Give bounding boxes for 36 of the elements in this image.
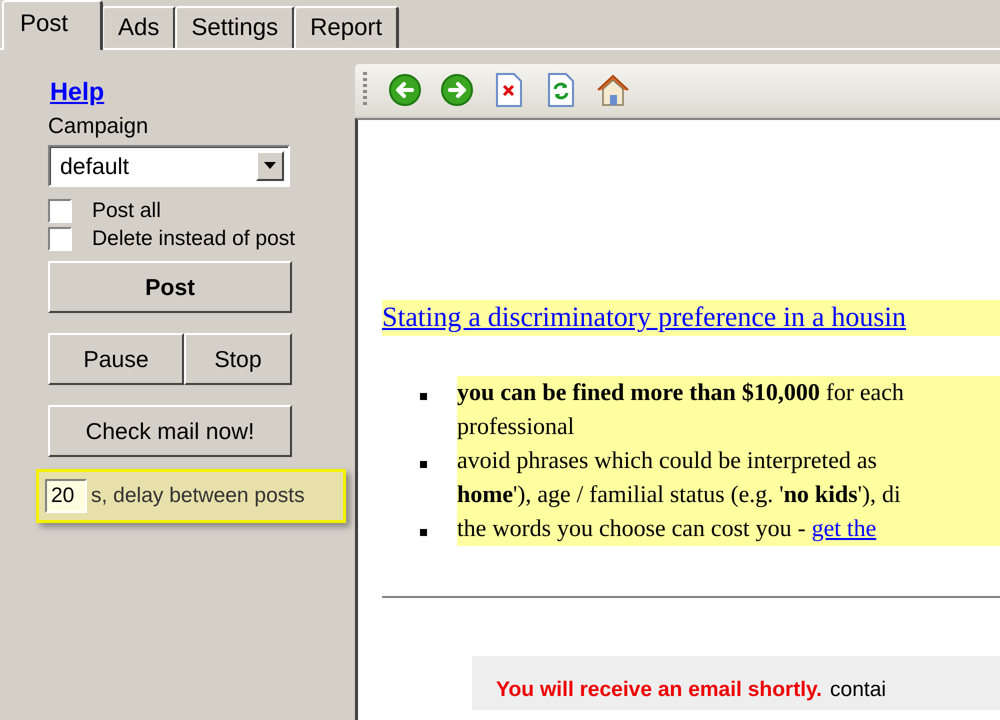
home-icon [595, 73, 631, 107]
delay-label: s, delay between posts [91, 484, 305, 508]
bullet-text: avoid phrases which could be interpreted as [457, 447, 878, 476]
checkbox-label: Post all [92, 199, 161, 223]
tab[interactable]: Report [294, 6, 400, 48]
bullet-icon [420, 529, 427, 536]
check-mail-button[interactable]: Check mail now! [48, 405, 292, 457]
bullet-text: home'), age / familial status (e.g. 'no kids'), di [457, 481, 902, 510]
help-link[interactable]: Help [50, 78, 104, 106]
checkbox[interactable] [48, 199, 72, 223]
stop-button[interactable]: Stop [184, 333, 292, 385]
pause-button[interactable]: Pause [48, 333, 184, 385]
tab[interactable]: Settings [175, 6, 296, 48]
heading-link[interactable]: Stating a discriminatory preference in a housin [382, 300, 1000, 336]
tab[interactable]: Ads [102, 6, 176, 48]
forward-icon [440, 73, 474, 107]
tab[interactable]: Post [2, 0, 103, 50]
post-button[interactable]: Post [48, 261, 292, 313]
campaign-dropdown[interactable]: default [48, 145, 290, 187]
checkbox-label: Delete instead of post [92, 227, 296, 251]
refresh-icon [547, 73, 575, 107]
campaign-value: default [60, 152, 130, 180]
toolbar-grip-icon [363, 72, 367, 108]
text-link[interactable]: get the [812, 516, 876, 542]
bullet-icon [420, 461, 427, 468]
document-x-icon [495, 73, 523, 107]
bullet-icon [420, 393, 427, 400]
back-icon [388, 73, 422, 107]
bullet-text: professional [457, 413, 576, 442]
bullet-text: you can be fined more than $10,000 for each [457, 379, 905, 408]
campaign-label: Campaign [48, 113, 150, 139]
notice-text: contai [830, 678, 886, 702]
alert-text: You will receive an email shortly. [496, 678, 822, 702]
checkbox[interactable] [48, 227, 72, 251]
bullet-text: the words you choose can cost you - get the [457, 515, 878, 544]
delay-field[interactable]: 20 [45, 479, 87, 513]
